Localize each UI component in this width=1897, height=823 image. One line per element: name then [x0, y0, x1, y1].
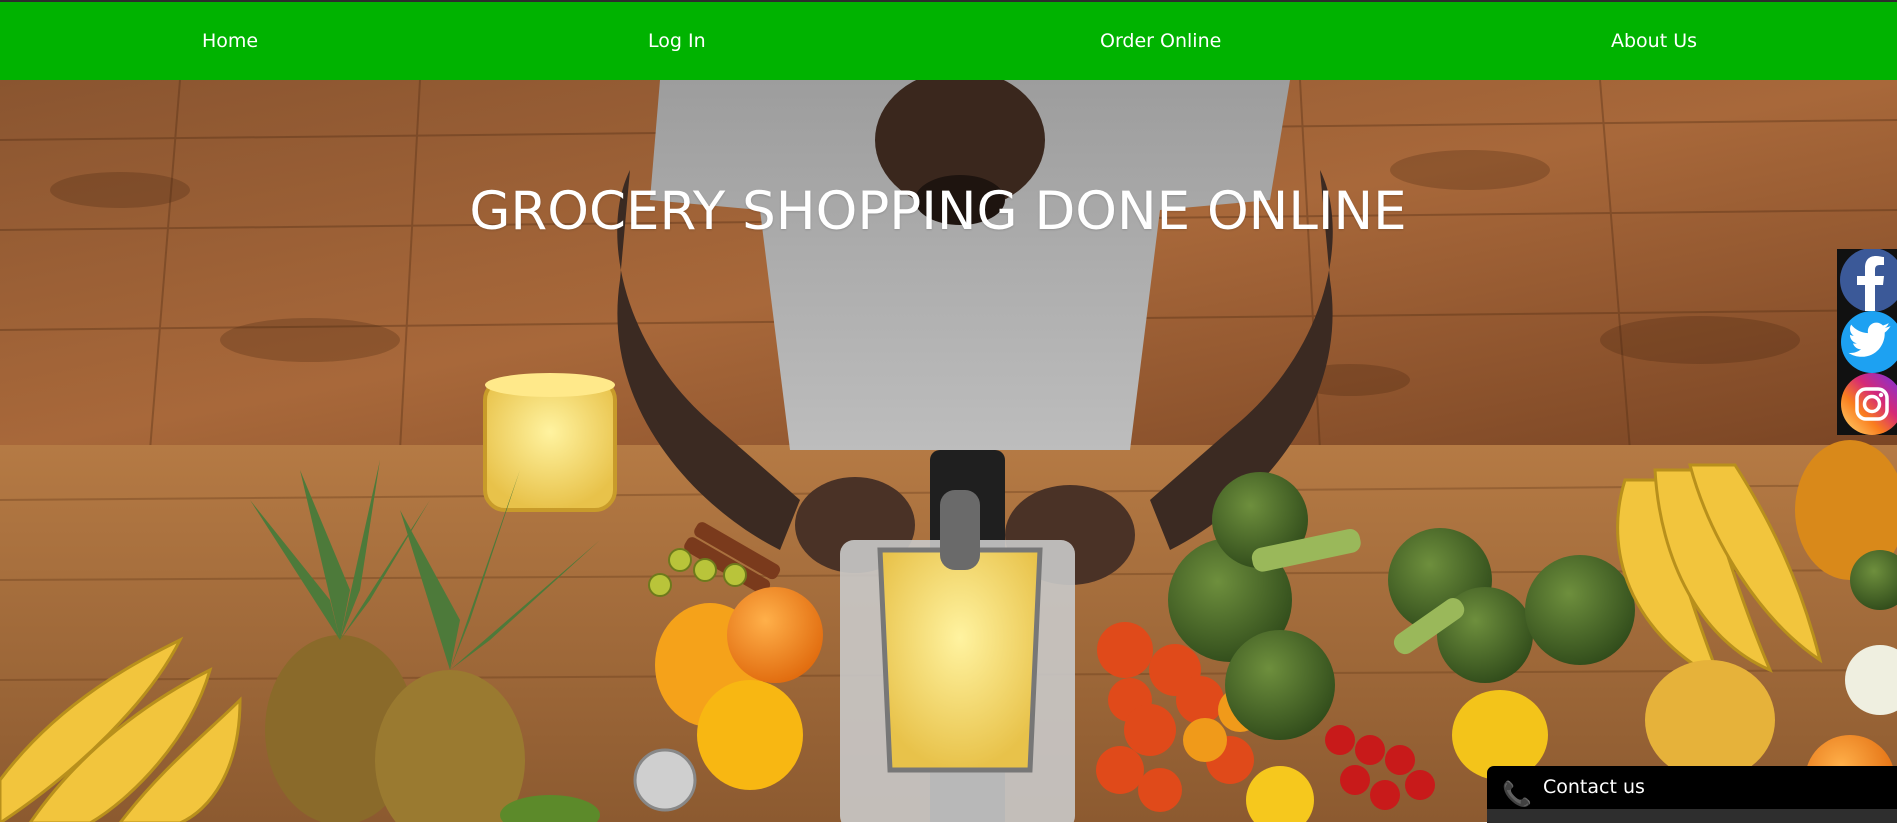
top-nav-bar: Home Log In Order Online About Us [0, 0, 1897, 80]
hero-title: GROCERY SHOPPING DONE ONLINE [469, 181, 1407, 242]
twitter-icon [1841, 311, 1897, 373]
social-sidebar [1837, 249, 1897, 435]
contact-us-bar [1487, 809, 1897, 823]
instagram-icon [1841, 373, 1897, 435]
instagram-button[interactable] [1837, 373, 1897, 435]
facebook-button[interactable] [1837, 249, 1897, 311]
phone-icon: 📞 [1502, 780, 1532, 808]
page: Home Log In Order Online About Us GROCER… [0, 0, 1897, 823]
nav-login-link[interactable]: Log In [648, 30, 706, 52]
twitter-button[interactable] [1837, 311, 1897, 373]
nav-about-us-link[interactable]: About Us [1611, 30, 1697, 52]
hero-banner: GROCERY SHOPPING DONE ONLINE [0, 80, 1897, 822]
facebook-icon [1840, 249, 1897, 311]
contact-us-label: Contact us [1543, 776, 1645, 798]
nav-order-online-link[interactable]: Order Online [1100, 30, 1221, 52]
contact-us-widget[interactable]: 📞 Contact us [1487, 766, 1897, 823]
nav-home-link[interactable]: Home [202, 30, 258, 52]
